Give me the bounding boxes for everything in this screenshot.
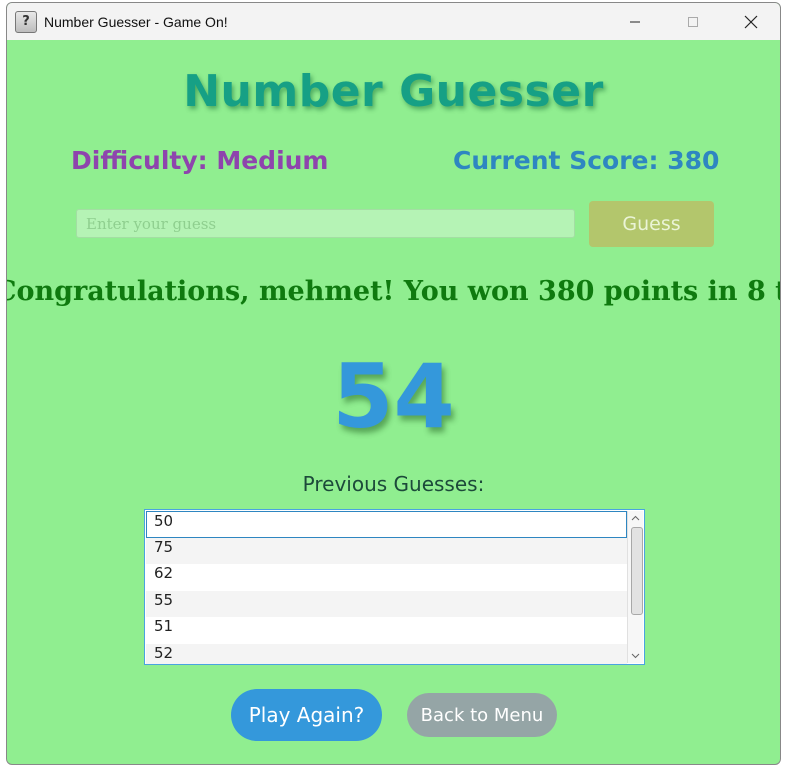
play-again-button[interactable]: Play Again? xyxy=(231,689,382,741)
maximize-button[interactable] xyxy=(664,3,722,40)
window-title: Number Guesser - Game On! xyxy=(44,13,228,30)
minimize-button[interactable] xyxy=(606,3,664,40)
back-to-menu-button[interactable]: Back to Menu xyxy=(407,693,557,737)
game-heading: Number Guesser xyxy=(183,66,604,117)
list-scrollbar[interactable] xyxy=(627,511,643,663)
chevron-down-icon xyxy=(631,653,640,659)
close-button[interactable] xyxy=(722,3,780,40)
list-item[interactable]: 50 xyxy=(146,511,627,538)
difficulty-label: Difficulty: Medium xyxy=(71,146,329,175)
target-number: 54 xyxy=(332,345,455,448)
maximize-icon xyxy=(688,16,698,27)
title-bar[interactable]: ? Number Guesser - Game On! xyxy=(7,3,780,40)
minimize-icon xyxy=(630,21,640,22)
question-mark-icon: ? xyxy=(15,10,37,33)
score-label: Current Score: 380 xyxy=(453,146,720,175)
app-window: ? Number Guesser - Game On! Number Guess… xyxy=(6,2,781,765)
list-item[interactable]: 62 xyxy=(146,564,627,591)
list-item[interactable]: 51 xyxy=(146,617,627,644)
previous-guesses-list[interactable]: 50 75 62 55 51 52 xyxy=(144,509,645,665)
close-icon xyxy=(744,15,758,28)
scroll-thumb[interactable] xyxy=(631,527,643,615)
list-items: 50 75 62 55 51 52 xyxy=(146,511,627,664)
window-controls xyxy=(606,3,780,40)
list-item[interactable]: 55 xyxy=(146,590,627,618)
guess-button[interactable]: Guess xyxy=(589,201,714,247)
previous-guesses-label: Previous Guesses: xyxy=(302,472,485,496)
chevron-up-icon xyxy=(631,515,640,521)
guess-input[interactable] xyxy=(76,209,575,238)
list-item[interactable]: 52 xyxy=(146,643,627,664)
result-message: Congratulations, mehmet! You won 380 poi… xyxy=(6,276,780,307)
scroll-up-button[interactable] xyxy=(628,511,643,525)
scroll-down-button[interactable] xyxy=(628,649,643,663)
list-item[interactable]: 75 xyxy=(146,537,627,565)
